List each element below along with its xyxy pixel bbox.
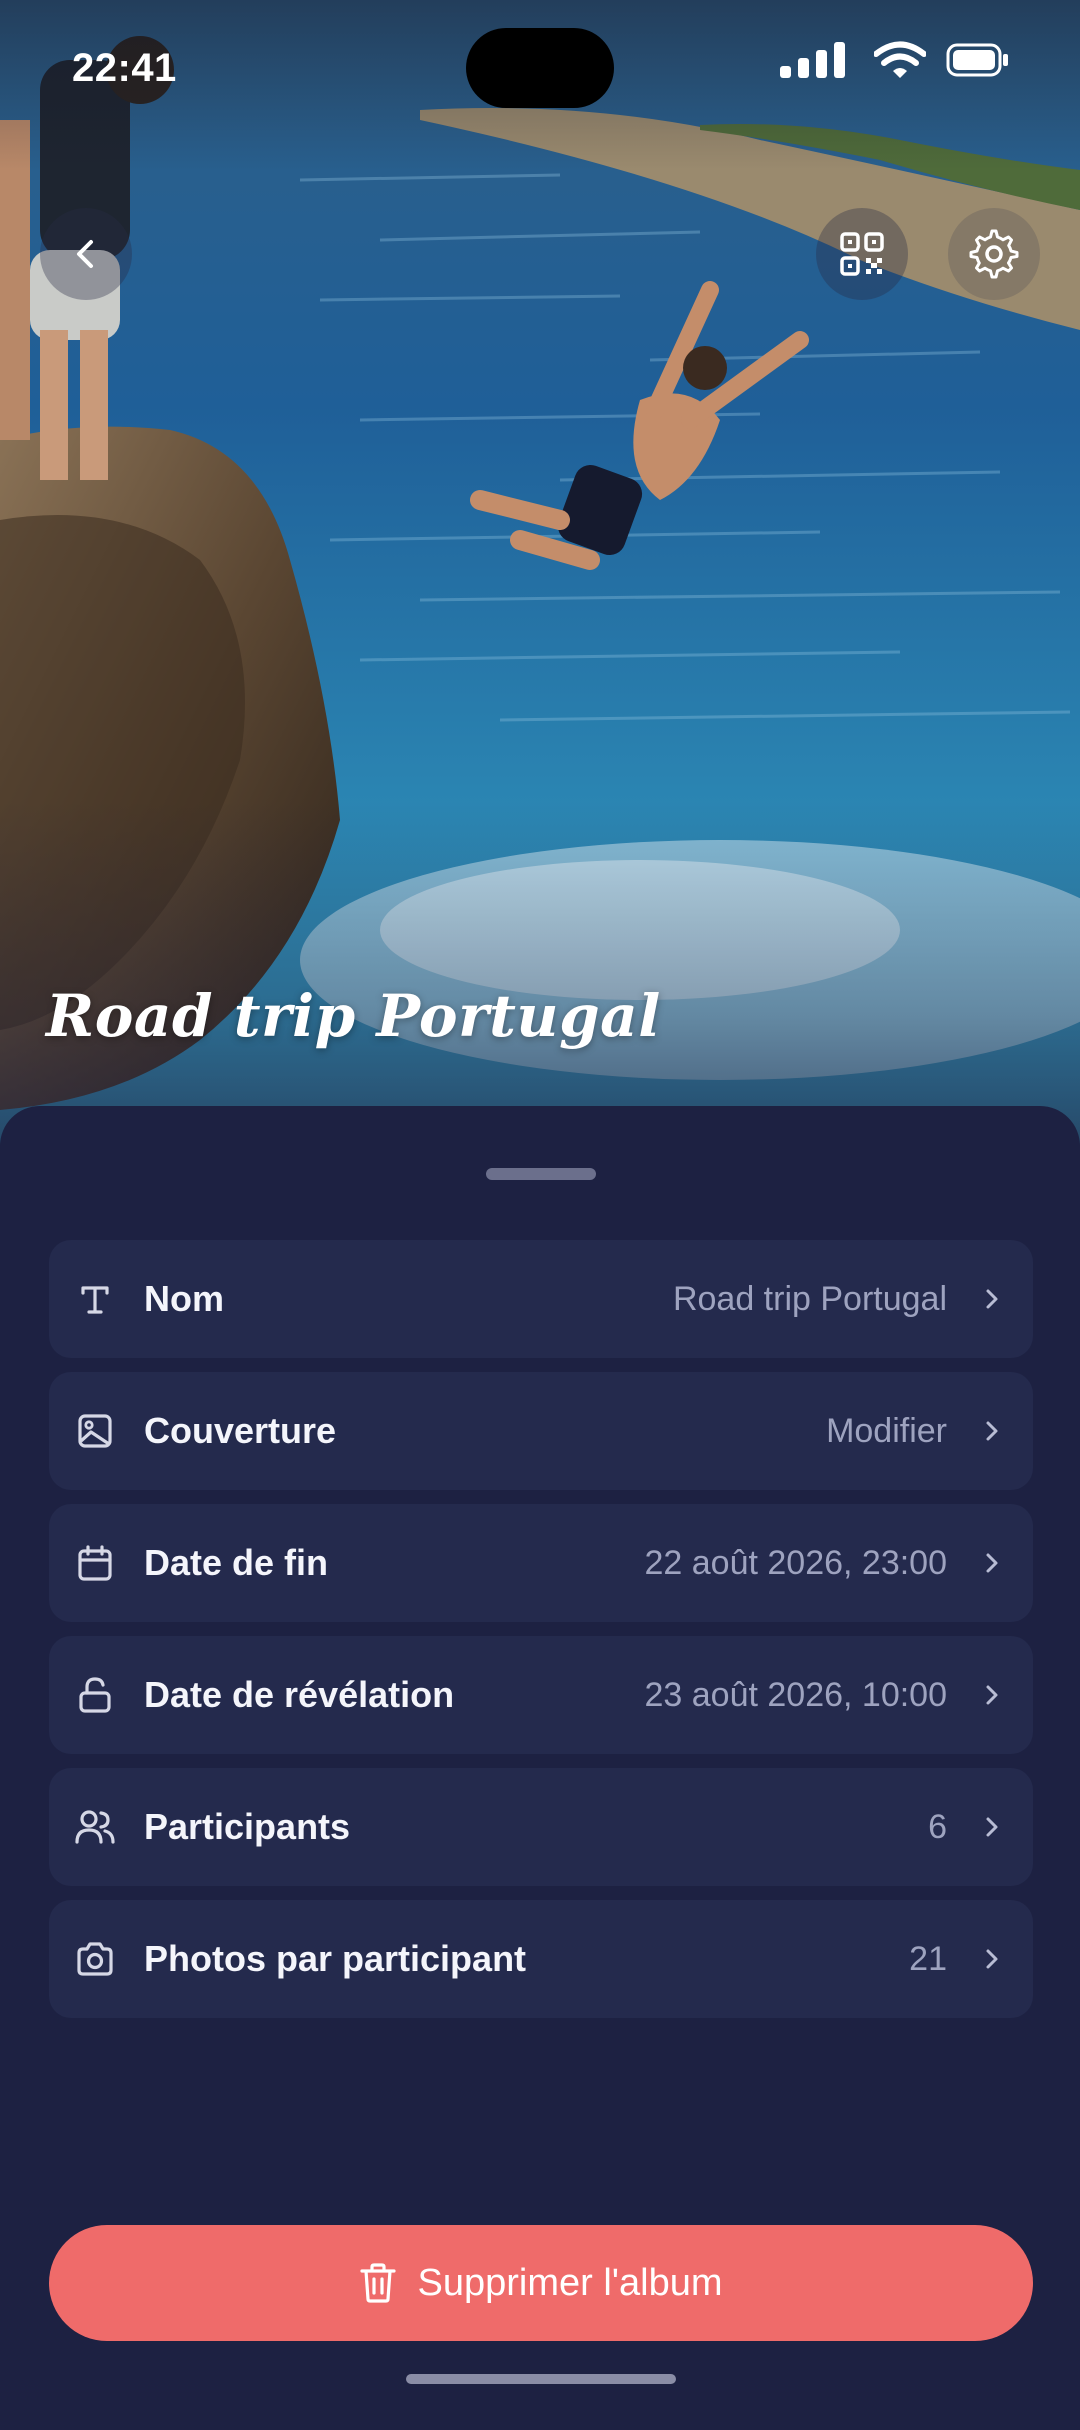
chevron-right-icon — [981, 1684, 1003, 1706]
settings-button[interactable] — [948, 208, 1040, 300]
setting-value: 6 — [928, 1807, 947, 1846]
qr-code-button[interactable] — [816, 208, 908, 300]
status-icons — [780, 38, 1010, 82]
setting-row-end-date[interactable]: Date de fin 22 août 2026, 23:00 — [49, 1504, 1033, 1622]
chevron-right-icon — [981, 1552, 1003, 1574]
setting-value: 22 août 2026, 23:00 — [644, 1543, 948, 1582]
chevron-right-icon — [981, 1420, 1003, 1442]
setting-value: 23 août 2026, 10:00 — [644, 1675, 948, 1714]
camera-icon — [71, 1935, 119, 1983]
chevron-right-icon — [981, 1948, 1003, 1970]
setting-label: Date de révélation — [144, 1674, 455, 1715]
setting-label: Nom — [144, 1278, 224, 1319]
text-icon — [71, 1275, 119, 1323]
trash-icon — [360, 2263, 397, 2303]
gear-icon — [969, 229, 1019, 279]
calendar-icon — [71, 1539, 119, 1587]
setting-row-name[interactable]: Nom Road trip Portugal — [49, 1240, 1033, 1358]
image-icon — [71, 1407, 119, 1455]
delete-album-label: Supprimer l'album — [417, 2261, 723, 2304]
users-icon — [71, 1803, 119, 1851]
setting-label: Date de fin — [144, 1542, 329, 1583]
status-time: 22:41 — [72, 46, 177, 90]
battery-icon — [946, 43, 1008, 77]
unlock-icon — [71, 1671, 119, 1719]
qr-code-icon — [840, 232, 884, 276]
cellular-signal-icon — [780, 42, 845, 78]
chevron-right-icon — [981, 1816, 1003, 1838]
chevron-right-icon — [981, 1288, 1003, 1310]
back-button[interactable] — [40, 208, 132, 300]
setting-row-participants[interactable]: Participants 6 — [49, 1768, 1033, 1886]
home-indicator — [406, 2374, 676, 2384]
setting-label: Couverture — [144, 1410, 337, 1451]
wifi-icon — [874, 41, 926, 78]
setting-row-reveal-date[interactable]: Date de révélation 23 août 2026, 10:00 — [49, 1636, 1033, 1754]
setting-label: Photos par participant — [144, 1938, 527, 1979]
sheet-grabber[interactable] — [486, 1168, 596, 1180]
status-bar: 22:41 — [0, 0, 1080, 140]
delete-album-button[interactable]: Supprimer l'album — [49, 2225, 1033, 2341]
setting-row-cover[interactable]: Couverture Modifier — [49, 1372, 1033, 1490]
chevron-left-icon — [77, 240, 93, 268]
dynamic-island — [466, 28, 614, 108]
album-title: Road trip Portugal — [46, 982, 661, 1050]
setting-value: Road trip Portugal — [672, 1279, 947, 1318]
setting-row-photos-per-participant[interactable]: Photos par participant 21 — [49, 1900, 1033, 2018]
album-settings-sheet: Nom Road trip Portugal Couverture Modifi… — [0, 1106, 1080, 2430]
setting-value: Modifier — [826, 1411, 947, 1450]
setting-label: Participants — [144, 1806, 351, 1847]
settings-list: Nom Road trip Portugal Couverture Modifi… — [49, 1240, 1033, 2032]
setting-value: 21 — [909, 1939, 947, 1978]
